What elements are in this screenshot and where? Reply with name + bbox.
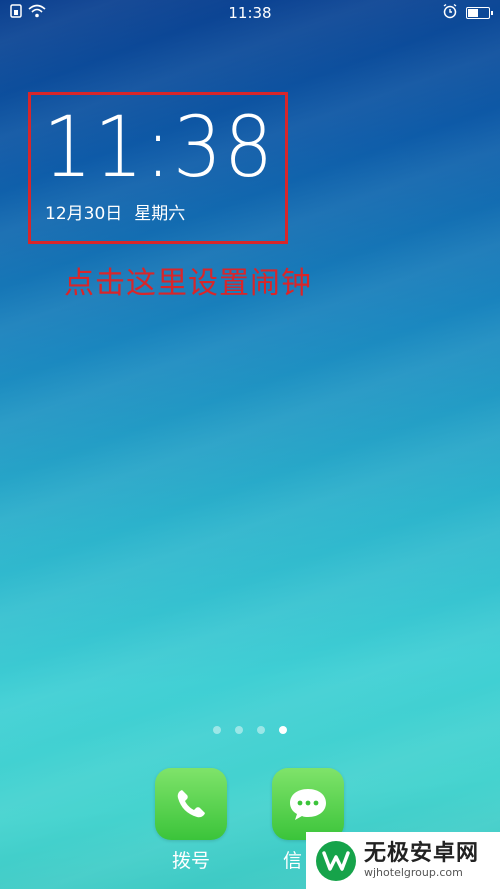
page-indicator bbox=[0, 726, 500, 734]
dock-app-dialer[interactable]: 拨号 bbox=[154, 768, 228, 873]
watermark-url: wjhotelgroup.com bbox=[364, 865, 463, 879]
clock-weekday: 星期六 bbox=[134, 204, 186, 224]
dock-app-label: 拨号 bbox=[171, 850, 210, 872]
phone-icon[interactable] bbox=[155, 768, 227, 840]
clock-date-row: 12月30日 星期六 bbox=[45, 199, 185, 224]
page-dot bbox=[235, 726, 243, 734]
clock-date: 12月30日 bbox=[45, 204, 123, 224]
watermark-title: 无极安卓网 bbox=[364, 840, 480, 866]
status-bar: 11:38 bbox=[0, 0, 500, 26]
watermark-text: 无极安卓网 wjhotelgroup.com bbox=[364, 840, 480, 880]
watermark: 无极安卓网 wjhotelgroup.com bbox=[306, 832, 500, 889]
alarm-icon bbox=[442, 3, 458, 23]
annotation-text: 点击这里设置闹钟 bbox=[64, 266, 312, 301]
status-time: 11:38 bbox=[228, 4, 272, 22]
page-dot bbox=[279, 726, 287, 734]
clock-widget[interactable]: 11:38 12月30日 星期六 bbox=[28, 92, 288, 244]
page-dot bbox=[257, 726, 265, 734]
w-logo-icon bbox=[316, 840, 356, 881]
status-right bbox=[442, 3, 493, 23]
wifi-icon bbox=[28, 4, 46, 22]
clock-time[interactable]: 11:38 bbox=[43, 95, 275, 199]
battery-icon bbox=[466, 7, 493, 19]
sim-icon bbox=[10, 4, 22, 22]
message-icon[interactable] bbox=[272, 768, 344, 840]
status-left bbox=[10, 4, 46, 22]
page-dot bbox=[213, 726, 221, 734]
